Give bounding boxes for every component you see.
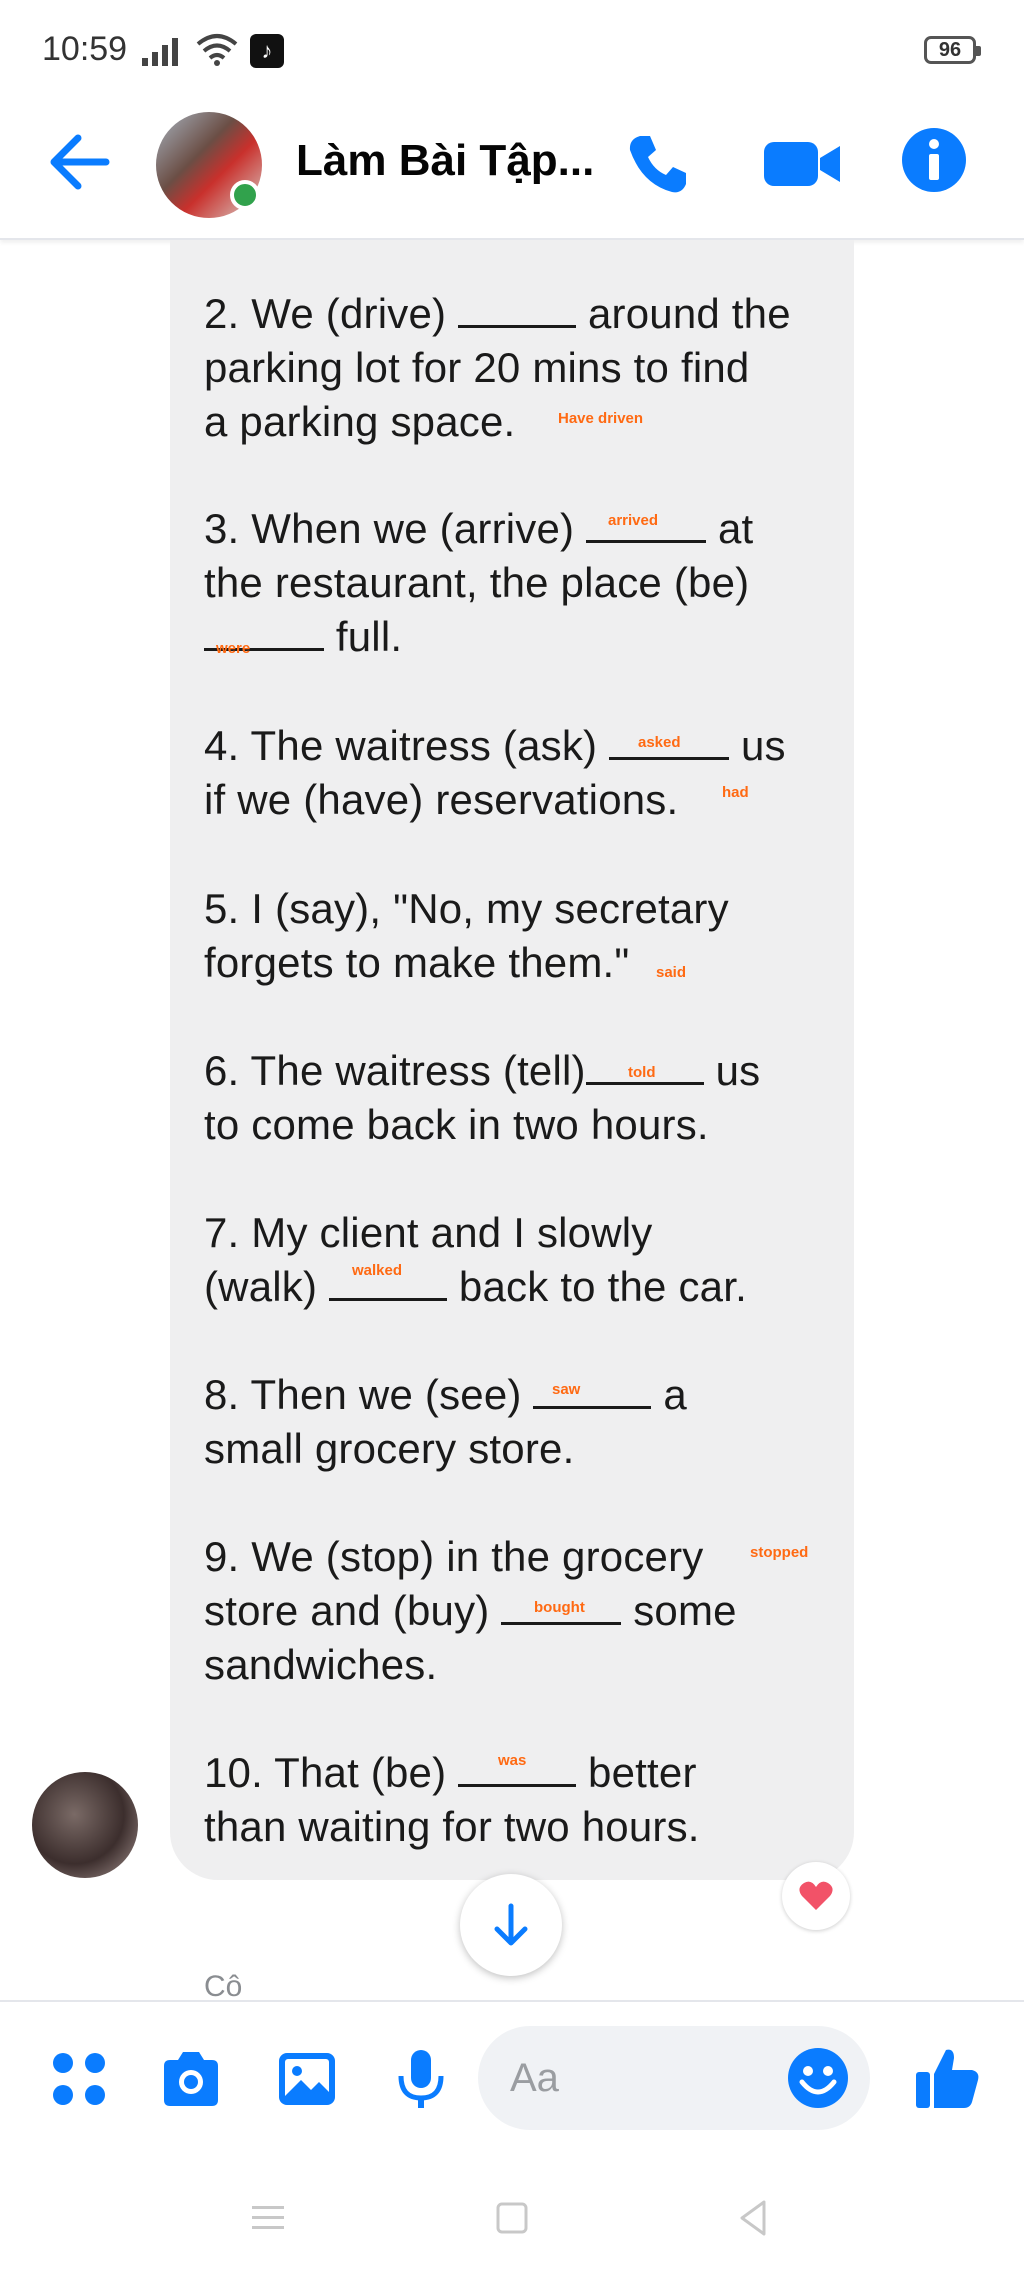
exercise-line: 9. We (stop) in the grocery	[204, 1533, 704, 1580]
exercise-line: sandwiches.	[204, 1641, 438, 1688]
menu-icon[interactable]	[246, 2196, 290, 2240]
back-icon[interactable]	[732, 2196, 776, 2240]
tiktok-icon: ♪	[250, 34, 284, 68]
exercise-line: small grocery store.	[204, 1425, 575, 1472]
exercise-line: 10. That (be) better	[204, 1749, 697, 1796]
handwritten-answer: were	[216, 640, 251, 657]
exercise-line: 4. The waitress (ask) us	[204, 722, 786, 769]
battery-indicator: 96	[924, 36, 981, 64]
handwritten-answer: saw	[552, 1381, 581, 1398]
message-input[interactable]: Aa	[478, 2026, 870, 2130]
exercise-line: 3. When we (arrive) at	[204, 505, 754, 552]
wifi-icon	[196, 34, 238, 66]
camera-icon[interactable]	[158, 2046, 224, 2112]
exercise-line: (walk) back to the car.	[204, 1263, 747, 1310]
composer-bar: Aa	[0, 2000, 1024, 2150]
handwritten-answer: bought	[534, 1599, 585, 1616]
chat-title[interactable]: Làm Bài Tập...	[296, 136, 594, 186]
thumbs-up-icon[interactable]	[912, 2042, 984, 2114]
emoji-icon[interactable]	[786, 2046, 850, 2110]
handwritten-answer: Have driven	[558, 410, 644, 427]
exercise-line: 6. The waitress (tell) us	[204, 1047, 761, 1094]
message-input-placeholder: Aa	[510, 2056, 559, 2100]
next-sender-name: Cô	[204, 1970, 243, 2003]
exercise-line: store and (buy) some	[204, 1587, 737, 1634]
exercise-line: than waiting for two hours.	[204, 1803, 700, 1850]
exercise-line: 7. My client and I slowly	[204, 1209, 653, 1256]
gallery-icon[interactable]	[274, 2046, 340, 2112]
exercise-line: parking lot for 20 mins to find	[204, 344, 750, 391]
system-nav-bar	[0, 2150, 1024, 2275]
heart-reaction-icon[interactable]	[782, 1862, 850, 1930]
status-time: 10:59	[42, 30, 128, 68]
status-bar: 10:59 ♪ 96	[0, 0, 1024, 100]
handwritten-answer: said	[656, 964, 687, 981]
chat-header: Làm Bài Tập...	[0, 100, 1024, 240]
handwritten-answer: told	[628, 1064, 656, 1081]
microphone-icon[interactable]	[388, 2046, 454, 2112]
home-icon[interactable]	[490, 2196, 534, 2240]
handwritten-answer: had	[722, 784, 749, 801]
exercise-line: to come back in two hours.	[204, 1101, 709, 1148]
phone-call-icon[interactable]	[622, 128, 694, 200]
online-status-dot	[230, 180, 260, 210]
exercise-line: 2. We (drive) around the	[204, 290, 791, 337]
handwritten-answer: stopped	[750, 1544, 809, 1561]
exercise-line: 8. Then we (see) a	[204, 1371, 687, 1418]
scroll-down-button[interactable]	[460, 1874, 562, 1976]
back-arrow-icon[interactable]	[44, 126, 116, 198]
exercise-line: 5. I (say), "No, my secretary	[204, 885, 729, 932]
handwritten-answer: was	[498, 1752, 527, 1769]
signal-icon	[142, 38, 178, 66]
exercise-line: a parking space.	[204, 398, 516, 445]
exercise-line: forgets to make them."	[204, 939, 630, 986]
handwritten-answer: arrived	[608, 512, 659, 529]
apps-menu-icon[interactable]	[46, 2046, 112, 2112]
info-icon[interactable]	[898, 124, 970, 196]
video-call-icon[interactable]	[756, 128, 846, 200]
handwritten-answer: walked	[352, 1262, 403, 1279]
handwritten-answer: asked	[638, 734, 681, 751]
sender-avatar[interactable]	[32, 1772, 138, 1878]
exercise-line: if we (have) reservations.	[204, 776, 679, 823]
exercise-line: the restaurant, the place (be)	[204, 559, 750, 606]
